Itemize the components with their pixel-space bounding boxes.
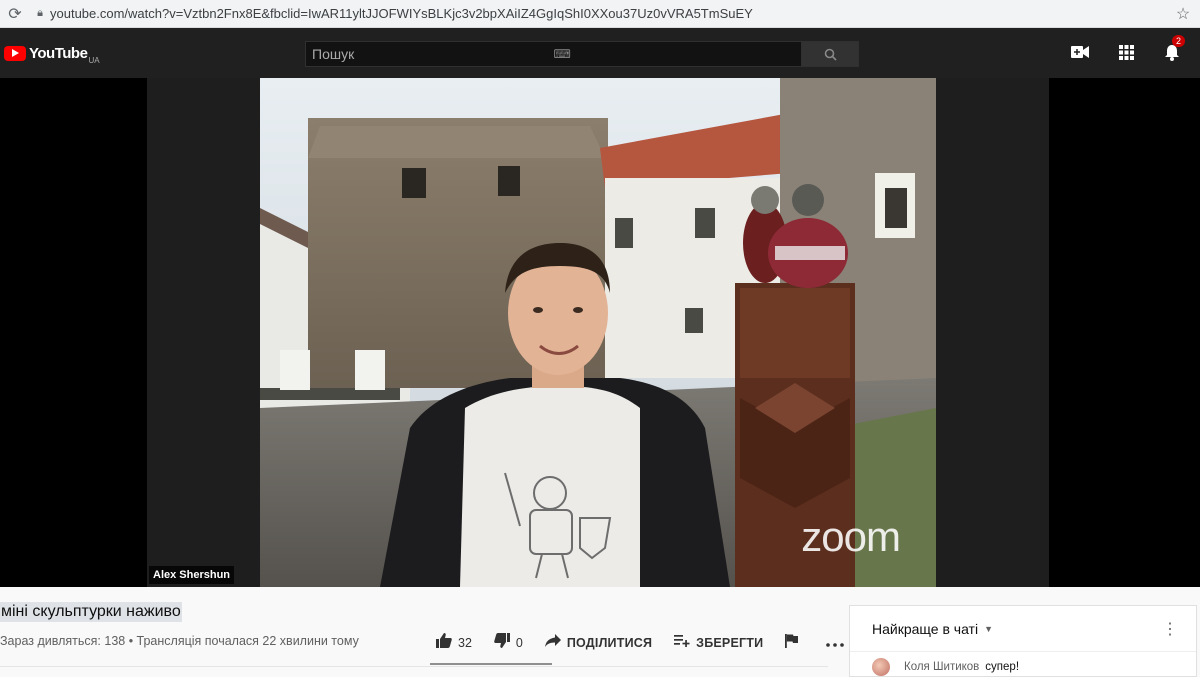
live-chat-panel: Найкраще в чаті ▼ ⋮ Коля Шитиков супер! [849,605,1197,677]
search-placeholder: Пошук [312,46,355,62]
more-actions-button[interactable] [826,634,850,651]
video-player[interactable]: zoom Alex Shershun [0,78,1200,587]
castle-scene-illustration [260,78,936,587]
chat-mode-title[interactable]: Найкраще в чаті [872,621,978,637]
participant-name-label: Alex Shershun [149,566,235,584]
search-box: Пошук ⌨ [305,41,859,67]
play-logo-icon [4,45,26,61]
like-button[interactable]: 32 [436,633,472,652]
share-label: ПОДІЛИТИСЯ [566,635,653,650]
masthead-actions: 2 [1070,35,1186,62]
zoom-watermark: zoom [801,513,901,560]
save-label: ЗБЕРЕГТИ [696,635,764,650]
save-button[interactable]: ЗБЕРЕГТИ [674,634,763,651]
search-button[interactable] [802,41,859,67]
report-button[interactable] [785,633,804,652]
chat-message: Коля Шитиков супер! [850,658,1196,676]
share-button[interactable]: ПОДІЛИТИСЯ [544,634,653,651]
share-arrow-icon [544,634,561,651]
like-dislike-ratio-bar [430,663,552,665]
youtube-masthead: YouTube UA Пошук ⌨ 2 [0,28,1200,78]
chevron-down-icon[interactable]: ▼ [984,624,993,634]
video-title: міні скульптурки наживо [0,602,182,622]
dislike-button[interactable]: 0 [494,633,523,652]
logo-text: YouTube [29,44,88,62]
chat-menu-icon[interactable]: ⋮ [1162,619,1178,639]
video-scene-image: zoom [260,78,936,587]
thumbs-up-icon [436,633,452,652]
create-video-icon[interactable] [1070,42,1090,62]
chat-message-text: супер! [985,661,1020,673]
reload-icon[interactable]: ⟳ [0,4,30,24]
video-actions: 32 0 ПОДІЛИТИСЯ ЗБЕРЕГТИ [436,633,872,652]
youtube-logo[interactable]: YouTube UA [4,42,100,65]
search-icon [824,48,837,61]
chat-author-name[interactable]: Коля Шитиков [904,661,979,673]
keyboard-icon[interactable]: ⌨ [554,47,796,61]
playlist-add-icon [674,634,690,651]
apps-grid-icon[interactable] [1116,42,1136,62]
more-horizontal-icon [826,634,845,651]
notification-count-badge: 2 [1172,35,1186,47]
browser-address-bar: ⟳ 🔒︎ youtube.com/watch?v=Vztbn2Fnx8E&fbc… [0,0,1200,28]
flag-icon [785,633,799,652]
lock-icon[interactable]: 🔒︎ [30,7,50,20]
search-input[interactable]: Пошук ⌨ [305,41,802,67]
dislike-count: 0 [515,635,523,650]
url-field[interactable]: youtube.com/watch?v=Vztbn2Fnx8E&fbclid=I… [50,6,1166,21]
zoom-video-frame: zoom Alex Shershun [147,78,1049,587]
thumbs-down-icon [494,633,510,652]
notifications-bell-icon[interactable]: 2 [1162,35,1186,62]
chat-header: Найкраще в чаті ▼ [850,606,1196,652]
logo-country-code: UA [88,55,100,65]
avatar[interactable] [872,658,890,676]
video-meta-info: Зараз дивляться: 138 • Трансляція почала… [0,634,359,648]
section-divider [0,666,828,667]
like-count: 32 [458,635,472,650]
bookmark-star-icon[interactable]: ☆ [1166,4,1200,24]
